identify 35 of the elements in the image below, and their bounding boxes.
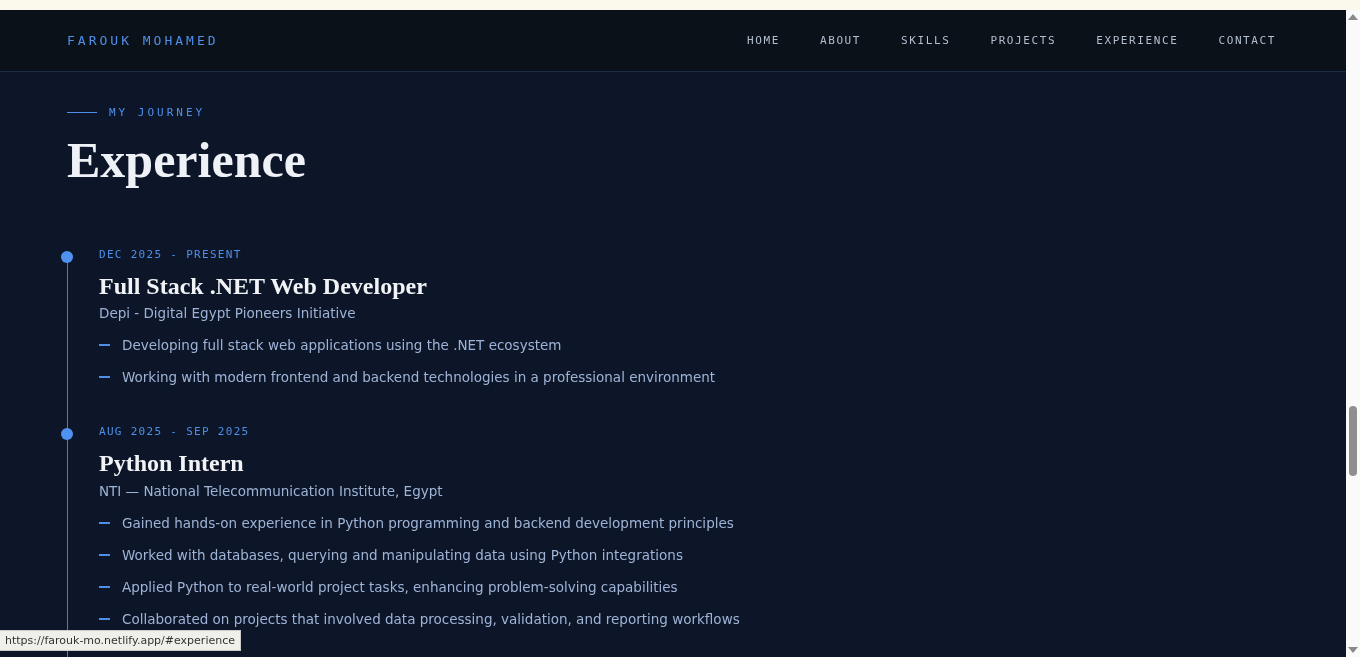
eyebrow-line bbox=[67, 112, 97, 113]
dash-icon bbox=[99, 553, 110, 556]
scrollbar-thumb[interactable] bbox=[1349, 406, 1357, 476]
bullet-text: Working with modern frontend and backend technologies in a professional environment bbox=[122, 369, 716, 386]
bullet-text: Applied Python to real-world project tasks, enhancing problem-solving capabilities bbox=[122, 578, 678, 595]
date-range: AUG 2025 - SEP 2025 bbox=[99, 425, 251, 439]
status-url: https://farouk-mo.netlify.app/#experience bbox=[0, 630, 241, 651]
dash-icon bbox=[99, 585, 110, 588]
dash-icon bbox=[99, 521, 110, 524]
scroll-up-icon[interactable] bbox=[1348, 14, 1358, 20]
date-range: DEC 2025 - PRESENT bbox=[99, 248, 243, 261]
bullet-text: Developing full stack web applications using the .NET ecosystem bbox=[122, 337, 562, 354]
timeline-dot bbox=[61, 251, 73, 263]
scroll-down-icon[interactable] bbox=[1348, 647, 1358, 653]
nav-link[interactable]: HOME bbox=[747, 34, 780, 47]
nav-link[interactable]: ABOUT bbox=[819, 34, 862, 47]
bullet-text: Collaborated on projects that involved data processing, validation, and reporting workflows bbox=[122, 610, 740, 627]
scrollbar[interactable] bbox=[1346, 10, 1360, 657]
section-eyebrow: MY JOURNEY bbox=[109, 106, 206, 119]
job-title: Python Intern bbox=[99, 450, 245, 477]
nav-link[interactable]: EXPERIENCE bbox=[1096, 34, 1179, 47]
dash-icon bbox=[99, 617, 110, 620]
section-title: Experience bbox=[67, 133, 307, 188]
nav-link[interactable]: PROJECTS bbox=[990, 34, 1057, 47]
dash-icon bbox=[99, 376, 110, 379]
dash-icon bbox=[99, 344, 110, 347]
job-title: Full Stack .NET Web Developer bbox=[99, 273, 428, 300]
company-name: NTI — National Telecommunication Institute, Egypt bbox=[99, 482, 444, 499]
nav-link[interactable]: CONTACT bbox=[1218, 34, 1276, 47]
bullet-text: Gained hands-on experience in Python programming and backend development principles bbox=[122, 514, 734, 531]
bullet-text: Worked with databases, querying and manipulating data using Python integrations bbox=[122, 546, 683, 563]
site-logo[interactable]: FAROUK MOHAMED bbox=[67, 33, 219, 48]
timeline-dot bbox=[61, 428, 73, 441]
company-name: Depi - Digital Egypt Pioneers Initiative bbox=[99, 305, 357, 322]
nav-link[interactable]: SKILLS bbox=[901, 34, 951, 47]
